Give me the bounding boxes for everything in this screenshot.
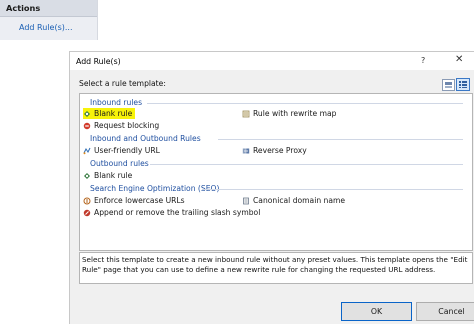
rule-templates-list: Inbound rules Blank rule Rule with rewri…: [79, 93, 473, 251]
canonical-domain-icon: [242, 197, 250, 205]
lowercase-url-icon: [83, 197, 91, 205]
template-label: Rule with rewrite map: [253, 109, 337, 118]
template-description-box: Select this template to create a new inb…: [79, 252, 473, 284]
template-label: Enforce lowercase URLs: [94, 196, 185, 205]
group-header-inbound-outbound: Inbound and Outbound Rules: [90, 134, 201, 143]
reverse-proxy-icon: [242, 147, 250, 155]
trailing-slash-icon: [83, 209, 91, 217]
template-label: Request blocking: [94, 121, 160, 130]
template-request-blocking[interactable]: Request blocking: [83, 120, 159, 131]
blank-rule-icon: [83, 172, 91, 180]
select-template-label: Select a rule template:: [79, 79, 166, 88]
group-divider: [147, 103, 463, 104]
group-divider: [218, 139, 463, 140]
template-label: Canonical domain name: [253, 196, 346, 205]
template-rule-with-rewrite-map[interactable]: Rule with rewrite map: [242, 108, 336, 119]
group-header-inbound: Inbound rules: [90, 98, 143, 107]
template-reverse-proxy[interactable]: Reverse Proxy: [242, 145, 307, 156]
group-divider: [202, 189, 463, 190]
template-label: Blank rule: [94, 109, 133, 118]
ok-button[interactable]: OK: [341, 302, 412, 321]
user-friendly-url-icon: [83, 147, 91, 155]
template-inbound-blank-rule[interactable]: Blank rule: [83, 108, 136, 119]
group-header-seo: Search Engine Optimization (SEO): [90, 184, 220, 193]
blank-rule-icon: [83, 110, 91, 118]
actions-pane: Actions Add Rule(s)...: [0, 0, 98, 40]
request-blocking-icon: [83, 122, 91, 130]
template-label: Reverse Proxy: [253, 146, 307, 155]
template-label: User-friendly URL: [94, 146, 160, 155]
add-rule-link[interactable]: Add Rule(s)...: [19, 23, 72, 32]
help-button[interactable]: ?: [421, 56, 425, 65]
cancel-button[interactable]: Cancel: [416, 302, 474, 321]
template-label: Blank rule: [94, 171, 133, 180]
template-trailing-slash[interactable]: Append or remove the trailing slash symb…: [83, 207, 260, 218]
group-header-outbound: Outbound rules: [90, 159, 149, 168]
template-label: Append or remove the trailing slash symb…: [94, 208, 261, 217]
rewrite-map-icon: [242, 110, 250, 118]
actions-title: Actions: [6, 3, 41, 13]
close-icon[interactable]: ✕: [455, 54, 463, 65]
template-canonical-domain-name[interactable]: Canonical domain name: [242, 195, 345, 206]
dialog-titlebar: Add Rule(s) ? ✕: [70, 52, 474, 70]
list-view-icon[interactable]: [456, 78, 470, 91]
template-user-friendly-url[interactable]: User-friendly URL: [83, 145, 160, 156]
template-enforce-lowercase-urls[interactable]: Enforce lowercase URLs: [83, 195, 185, 206]
group-divider: [150, 164, 463, 165]
template-outbound-blank-rule[interactable]: Blank rule: [83, 170, 132, 181]
actions-header: Actions: [0, 0, 97, 17]
add-rule-dialog: Add Rule(s) ? ✕ Select a rule template: …: [69, 51, 474, 324]
template-description: Select this template to create a new inb…: [82, 255, 468, 274]
dialog-title: Add Rule(s): [76, 57, 121, 66]
large-icons-view-icon[interactable]: [442, 79, 455, 91]
